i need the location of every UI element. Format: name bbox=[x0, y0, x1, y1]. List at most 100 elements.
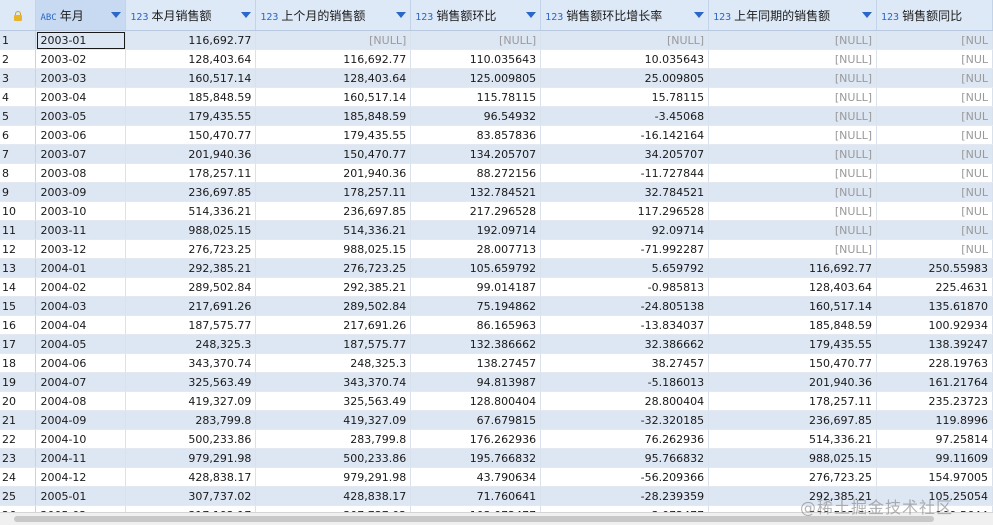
cell-value[interactable]: 92.09714 bbox=[540, 220, 710, 240]
cell-value[interactable]: 15.78115 bbox=[540, 87, 710, 107]
cell-value[interactable]: 135.61870 bbox=[876, 296, 993, 316]
cell-value[interactable]: [NULL] bbox=[708, 163, 878, 183]
table-row[interactable]: 25 2005-01 307,737.02 428,838.17 71.760641 -2… bbox=[0, 486, 993, 506]
cell-value[interactable]: 307,737.02 bbox=[125, 486, 257, 506]
cell-value[interactable]: 217.296528 bbox=[410, 201, 542, 221]
cell-value[interactable]: [NULL] bbox=[708, 49, 878, 69]
column-header-last-month-sales[interactable]: 123 上个月的销售额 bbox=[255, 0, 412, 31]
cell-value[interactable]: 117.296528 bbox=[540, 201, 710, 221]
cell-value[interactable]: 979,291.98 bbox=[255, 467, 412, 487]
cell-value[interactable]: 132.386662 bbox=[410, 334, 542, 354]
cell-value[interactable]: 32.386662 bbox=[540, 334, 710, 354]
cell-value[interactable]: [NUL bbox=[876, 87, 993, 107]
cell-year-month[interactable]: 2003-10 bbox=[35, 201, 127, 221]
cell-year-month[interactable]: 2003-12 bbox=[35, 239, 127, 259]
cell-value[interactable]: 201,940.36 bbox=[125, 144, 257, 164]
row-number[interactable]: 21 bbox=[0, 410, 37, 430]
row-number[interactable]: 16 bbox=[0, 315, 37, 335]
cell-value[interactable]: 25.009805 bbox=[540, 68, 710, 88]
cell-value[interactable]: 283,799.8 bbox=[125, 410, 257, 430]
cell-value[interactable]: 161.21764 bbox=[876, 372, 993, 392]
horizontal-scrollbar[interactable] bbox=[0, 512, 993, 525]
cell-year-month[interactable]: 2003-04 bbox=[35, 87, 127, 107]
cell-value[interactable]: [NUL bbox=[876, 201, 993, 221]
cell-year-month[interactable]: 2004-02 bbox=[35, 277, 127, 297]
row-number[interactable]: 8 bbox=[0, 163, 37, 183]
table-row[interactable]: 10 2003-10 514,336.21 236,697.85 217.296528 1… bbox=[0, 201, 993, 221]
cell-year-month[interactable]: 2004-08 bbox=[35, 391, 127, 411]
cell-value[interactable]: 95.766832 bbox=[540, 448, 710, 468]
cell-value[interactable]: 236,697.85 bbox=[255, 201, 412, 221]
cell-value[interactable]: -0.985813 bbox=[540, 277, 710, 297]
cell-value[interactable]: 292,385.21 bbox=[708, 486, 878, 506]
cell-value[interactable]: 988,025.15 bbox=[255, 239, 412, 259]
cell-value[interactable]: 99.11609 bbox=[876, 448, 993, 468]
table-row[interactable]: 14 2004-02 289,502.84 292,385.21 99.014187 -0… bbox=[0, 277, 993, 297]
cell-value[interactable]: [NULL] bbox=[410, 30, 542, 50]
table-row[interactable]: 22 2004-10 500,233.86 283,799.8 176.262936 76… bbox=[0, 429, 993, 449]
cell-value[interactable]: [NULL] bbox=[708, 182, 878, 202]
cell-year-month[interactable]: 2004-05 bbox=[35, 334, 127, 354]
cell-value[interactable]: 160,517.14 bbox=[125, 68, 257, 88]
cell-value[interactable]: 154.97005 bbox=[876, 467, 993, 487]
cell-value[interactable]: 10.035643 bbox=[540, 49, 710, 69]
cell-value[interactable]: 96.54932 bbox=[410, 106, 542, 126]
cell-value[interactable]: 28.800404 bbox=[540, 391, 710, 411]
cell-value[interactable]: [NULL] bbox=[708, 201, 878, 221]
cell-value[interactable]: 99.014187 bbox=[410, 277, 542, 297]
cell-value[interactable]: [NULL] bbox=[708, 68, 878, 88]
cell-year-month[interactable]: 2004-06 bbox=[35, 353, 127, 373]
row-number[interactable]: 20 bbox=[0, 391, 37, 411]
row-number[interactable]: 25 bbox=[0, 486, 37, 506]
row-number[interactable]: 14 bbox=[0, 277, 37, 297]
cell-value[interactable]: 428,838.17 bbox=[255, 486, 412, 506]
cell-value[interactable]: 201,940.36 bbox=[708, 372, 878, 392]
cell-value[interactable]: 67.679815 bbox=[410, 410, 542, 430]
row-number[interactable]: 2 bbox=[0, 49, 37, 69]
cell-value[interactable]: 132.784521 bbox=[410, 182, 542, 202]
cell-value[interactable]: 116,692.77 bbox=[708, 258, 878, 278]
cell-year-month[interactable]: 2004-04 bbox=[35, 315, 127, 335]
cell-value[interactable]: 128,403.64 bbox=[125, 49, 257, 69]
cell-value[interactable]: 276,723.25 bbox=[125, 239, 257, 259]
cell-value[interactable]: 514,336.21 bbox=[255, 220, 412, 240]
table-row[interactable]: 21 2004-09 283,799.8 419,327.09 67.679815 -32… bbox=[0, 410, 993, 430]
cell-value[interactable]: [NUL bbox=[876, 239, 993, 259]
cell-year-month[interactable]: 2003-09 bbox=[35, 182, 127, 202]
cell-value[interactable]: [NULL] bbox=[540, 30, 710, 50]
row-number[interactable]: 11 bbox=[0, 220, 37, 240]
table-row[interactable]: 5 2003-05 179,435.55 185,848.59 96.54932 -3.4… bbox=[0, 106, 993, 126]
chevron-down-icon[interactable] bbox=[862, 12, 873, 18]
cell-value[interactable]: [NUL bbox=[876, 182, 993, 202]
cell-value[interactable]: -13.834037 bbox=[540, 315, 710, 335]
cell-year-month[interactable]: 2003-07 bbox=[35, 144, 127, 164]
cell-value[interactable]: 5.659792 bbox=[540, 258, 710, 278]
cell-value[interactable]: 185,848.59 bbox=[708, 315, 878, 335]
cell-value[interactable]: 110.035643 bbox=[410, 49, 542, 69]
cell-value[interactable]: 276,723.25 bbox=[708, 467, 878, 487]
cell-value[interactable]: 185,848.59 bbox=[255, 106, 412, 126]
cell-year-month[interactable]: 2004-07 bbox=[35, 372, 127, 392]
cell-value[interactable]: 276,723.25 bbox=[255, 258, 412, 278]
cell-value[interactable]: 138.27457 bbox=[410, 353, 542, 373]
cell-year-month[interactable]: 2004-01 bbox=[35, 258, 127, 278]
cell-value[interactable]: 235.23723 bbox=[876, 391, 993, 411]
table-row[interactable]: 13 2004-01 292,385.21 276,723.25 105.659792 5… bbox=[0, 258, 993, 278]
table-row[interactable]: 23 2004-11 979,291.98 500,233.86 195.766832 9… bbox=[0, 448, 993, 468]
cell-value[interactable]: [NUL bbox=[876, 125, 993, 145]
cell-value[interactable]: 428,838.17 bbox=[125, 467, 257, 487]
cell-value[interactable]: 514,336.21 bbox=[708, 429, 878, 449]
cell-value[interactable]: 88.272156 bbox=[410, 163, 542, 183]
cell-value[interactable]: 343,370.74 bbox=[255, 372, 412, 392]
row-number[interactable]: 24 bbox=[0, 467, 37, 487]
table-row[interactable]: 9 2003-09 236,697.85 178,257.11 132.784521 32… bbox=[0, 182, 993, 202]
row-number[interactable]: 7 bbox=[0, 144, 37, 164]
table-row[interactable]: 1 2003-01 116,692.77 [NULL] [NULL] [NULL] [NUL… bbox=[0, 30, 993, 50]
table-row[interactable]: 4 2003-04 185,848.59 160,517.14 115.78115 15.… bbox=[0, 87, 993, 107]
cell-year-month[interactable]: 2003-11 bbox=[35, 220, 127, 240]
cell-value[interactable]: -5.186013 bbox=[540, 372, 710, 392]
chevron-down-icon[interactable] bbox=[694, 12, 705, 18]
cell-value[interactable]: 125.009805 bbox=[410, 68, 542, 88]
cell-value[interactable]: -3.45068 bbox=[540, 106, 710, 126]
row-number-header[interactable] bbox=[0, 0, 37, 31]
